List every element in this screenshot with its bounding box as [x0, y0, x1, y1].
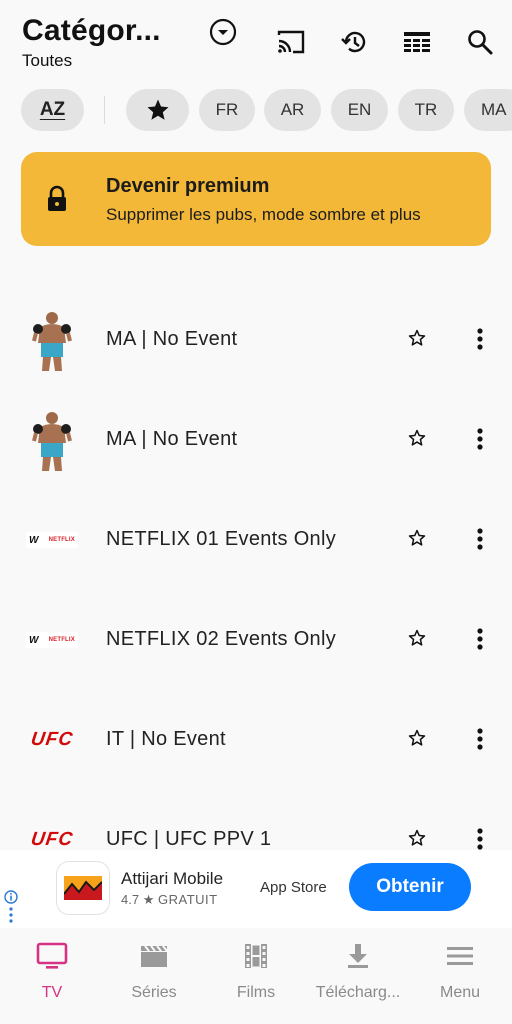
- channel-row[interactable]: MA | No Event: [0, 290, 512, 390]
- app-screen: Catégor... Toutes AZ FR AR EN TR MA MA |…: [0, 0, 512, 1024]
- chip-language-tr[interactable]: TR: [398, 89, 454, 131]
- epg-guide-icon[interactable]: [401, 26, 433, 58]
- wwe-logo-text: W: [29, 634, 39, 646]
- favorite-star-icon[interactable]: [405, 526, 429, 550]
- favorite-star-icon[interactable]: [405, 626, 429, 650]
- ad-info-icon[interactable]: [4, 890, 18, 931]
- nav-tab-tv[interactable]: TV: [2, 940, 102, 1010]
- ad-meta: 4.7 ★ GRATUIT: [121, 892, 218, 908]
- nav-label: Télécharg...: [315, 984, 401, 1001]
- page-title[interactable]: Catégor...: [22, 14, 161, 48]
- search-icon[interactable]: [464, 26, 496, 58]
- channel-name: MA | No Event: [106, 328, 238, 350]
- ufc-logo-text: UFC: [29, 729, 75, 750]
- channel-row[interactable]: MA | No Event: [0, 390, 512, 490]
- ad-banner[interactable]: Attijari Mobile 4.7 ★ GRATUIT App Store …: [0, 850, 512, 928]
- channel-row[interactable]: W NETFLIX NETFLIX 02 Events Only: [0, 590, 512, 690]
- chip-language-en[interactable]: EN: [331, 89, 388, 131]
- menu-icon: [444, 942, 476, 970]
- more-options-icon[interactable]: [468, 726, 492, 752]
- nav-label: Séries: [131, 984, 177, 1001]
- channel-logo: UFC: [22, 812, 82, 850]
- chip-label: MA: [481, 100, 507, 119]
- chip-label: TR: [414, 100, 438, 119]
- channel-list: MA | No Event MA | No Event W NETFLIX NETFLI…: [0, 246, 512, 850]
- header: Catégor... Toutes: [0, 0, 512, 80]
- favorite-star-icon[interactable]: [405, 826, 429, 850]
- favorite-star-icon[interactable]: [405, 326, 429, 350]
- nav-tab-menu[interactable]: Menu: [410, 940, 510, 1010]
- ad-app-logo-icon: [57, 862, 109, 914]
- more-options-icon[interactable]: [468, 626, 492, 652]
- sort-az-chip[interactable]: AZ: [21, 89, 84, 131]
- nav-tab-films[interactable]: Films: [206, 940, 306, 1010]
- dropdown-chevron-icon[interactable]: [207, 16, 239, 48]
- category-subtitle: Toutes: [22, 51, 73, 70]
- chip-divider: [104, 96, 105, 124]
- more-options-icon[interactable]: [468, 526, 492, 552]
- wwe-logo-text: W: [29, 534, 39, 546]
- chip-label: EN: [347, 100, 372, 119]
- more-options-icon[interactable]: [468, 426, 492, 452]
- ad-app-name: Attijari Mobile: [121, 869, 224, 888]
- favorite-star-icon[interactable]: [405, 726, 429, 750]
- chip-label: FR: [215, 100, 239, 119]
- bottom-navigation: TV Séries Films Télécharg... Menu: [0, 928, 512, 1024]
- fighter-thumbnail-icon: [22, 312, 82, 371]
- cast-icon[interactable]: [275, 26, 307, 58]
- nav-tab-downloads[interactable]: Télécharg...: [308, 940, 408, 1010]
- chip-language-fr[interactable]: FR: [199, 89, 255, 131]
- channel-name: NETFLIX 02 Events Only: [106, 628, 337, 650]
- nav-label: TV: [41, 984, 63, 1001]
- channel-name: IT | No Event: [106, 728, 226, 750]
- channel-logo: W NETFLIX: [22, 512, 82, 568]
- premium-banner[interactable]: Devenir premium Supprimer les pubs, mode…: [21, 152, 491, 246]
- ufc-logo-text: UFC: [29, 829, 75, 850]
- ad-price: GRATUIT: [157, 892, 218, 907]
- more-options-icon[interactable]: [468, 826, 492, 850]
- channel-name: MA | No Event: [106, 428, 238, 450]
- more-options-icon[interactable]: [468, 326, 492, 352]
- chip-label: AR: [280, 100, 305, 119]
- channel-logo: UFC: [22, 712, 82, 768]
- channel-name: NETFLIX 01 Events Only: [106, 528, 337, 550]
- channel-logo: W NETFLIX: [22, 612, 82, 668]
- clapper-icon: [138, 942, 170, 970]
- nav-label: Films: [236, 984, 276, 1001]
- ad-get-button[interactable]: Obtenir: [349, 863, 471, 911]
- sort-az-label: AZ: [39, 99, 66, 120]
- star-icon: [147, 99, 168, 120]
- channel-name: UFC | UFC PPV 1: [106, 828, 272, 850]
- channel-row[interactable]: W NETFLIX NETFLIX 01 Events Only: [0, 490, 512, 590]
- chip-language-ar[interactable]: AR: [264, 89, 321, 131]
- film-strip-icon: [240, 942, 272, 970]
- netflix-logo-text: NETFLIX: [48, 537, 75, 543]
- premium-subtitle: Supprimer les pubs, mode sombre et plus: [106, 205, 421, 224]
- favorites-chip[interactable]: [126, 89, 189, 131]
- favorite-star-icon[interactable]: [405, 426, 429, 450]
- list-item-partial[interactable]: [0, 246, 512, 264]
- download-icon: [342, 942, 374, 970]
- tv-icon: [36, 942, 68, 970]
- netflix-logo-text: NETFLIX: [48, 637, 75, 643]
- channel-row[interactable]: UFC IT | No Event: [0, 690, 512, 790]
- nav-tab-series[interactable]: Séries: [104, 940, 204, 1010]
- fighter-thumbnail-icon: [22, 412, 82, 471]
- filter-chips: AZ FR AR EN TR MA: [0, 89, 512, 133]
- chip-language-ma[interactable]: MA: [464, 89, 512, 131]
- lock-icon: [45, 185, 69, 218]
- channel-row[interactable]: UFC UFC | UFC PPV 1: [0, 790, 512, 850]
- ad-rating: 4.7: [121, 892, 140, 907]
- nav-label: Menu: [439, 984, 481, 1001]
- premium-title: Devenir premium: [106, 175, 270, 197]
- ad-store-label: App Store: [260, 879, 327, 896]
- rating-star-icon: ★: [142, 892, 158, 907]
- history-icon[interactable]: [338, 26, 370, 58]
